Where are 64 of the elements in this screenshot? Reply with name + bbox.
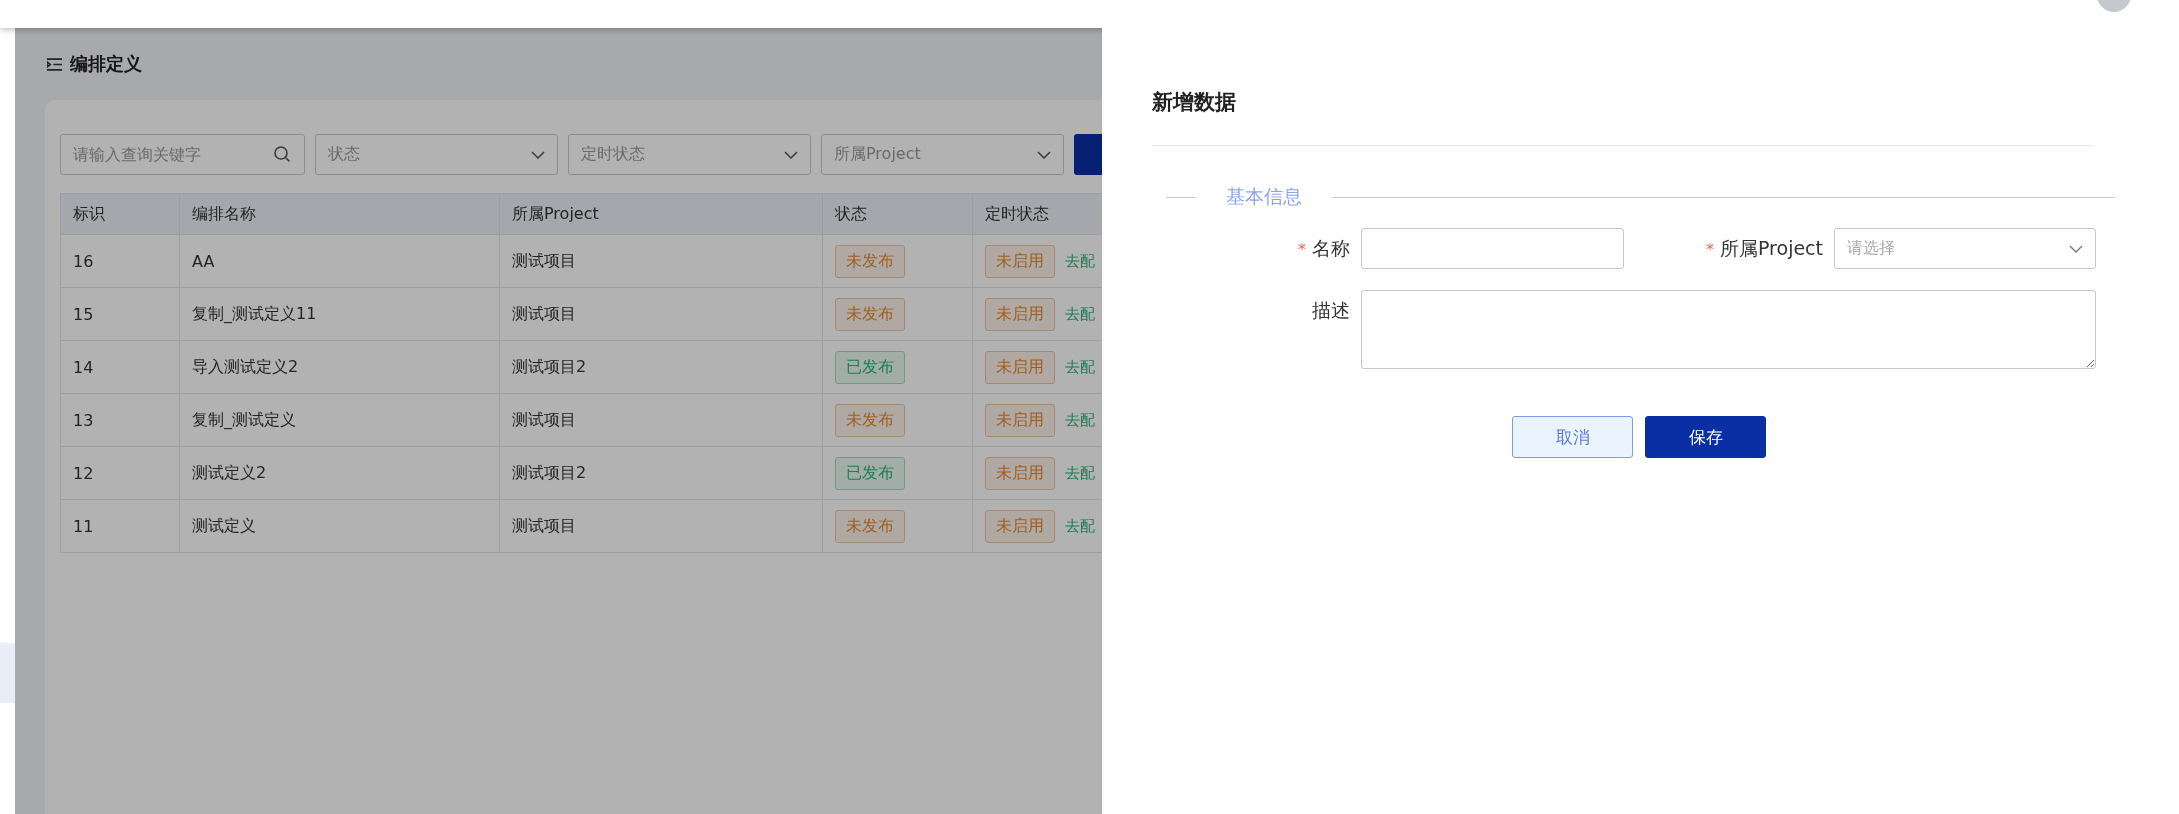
save-button[interactable]: 保存 bbox=[1645, 416, 1766, 458]
status-tag: 已发布 bbox=[835, 350, 905, 384]
page-title: 编排定义 bbox=[70, 52, 142, 76]
table-cell: 11 bbox=[60, 499, 180, 553]
column-header: 状态 bbox=[822, 193, 973, 235]
filter-select[interactable]: 所属Project bbox=[821, 134, 1064, 175]
configure-link[interactable]: 去配 bbox=[1065, 251, 1095, 271]
table-cell: 测试项目 bbox=[499, 287, 823, 341]
name-input[interactable] bbox=[1361, 228, 1624, 269]
timer-status-tag: 未启用 bbox=[985, 350, 1055, 384]
table-cell: 16 bbox=[60, 234, 180, 288]
column-header: 标识 bbox=[60, 193, 180, 235]
configure-link[interactable]: 去配 bbox=[1065, 410, 1095, 430]
chevron-down-icon bbox=[1037, 150, 1051, 159]
section-title: 基本信息 bbox=[1226, 184, 1302, 209]
timer-status-tag: 未启用 bbox=[985, 403, 1055, 437]
table-cell: 14 bbox=[60, 340, 180, 394]
timer-status-tag: 未启用 bbox=[985, 297, 1055, 331]
field-label: 所属Project bbox=[1720, 236, 1823, 259]
status-tag: 已发布 bbox=[835, 456, 905, 490]
configure-link[interactable]: 去配 bbox=[1065, 516, 1095, 536]
project-select[interactable]: 请选择 bbox=[1834, 228, 2096, 269]
table-cell: 13 bbox=[60, 393, 180, 447]
table-cell: 测试项目2 bbox=[499, 340, 823, 394]
timer-status-tag: 未启用 bbox=[985, 244, 1055, 278]
column-header: 编排名称 bbox=[179, 193, 500, 235]
table-cell: AA bbox=[179, 234, 500, 288]
filter-select[interactable]: 状态 bbox=[315, 134, 558, 175]
table-cell: 12 bbox=[60, 446, 180, 500]
search-icon bbox=[273, 145, 291, 163]
table-cell: 测试项目 bbox=[499, 234, 823, 288]
table-cell: 测试定义 bbox=[179, 499, 500, 553]
search-field[interactable]: 请输入查询关键字 bbox=[60, 134, 305, 175]
status-tag: 未发布 bbox=[835, 297, 905, 331]
outline-icon bbox=[47, 57, 62, 71]
status-tag: 未发布 bbox=[835, 403, 905, 437]
filter-select[interactable]: 定时状态 bbox=[568, 134, 811, 175]
table-cell: 复制_测试定义 bbox=[179, 393, 500, 447]
required-asterisk: * bbox=[1706, 239, 1714, 259]
description-textarea[interactable] bbox=[1361, 290, 2096, 369]
cancel-button[interactable]: 取消 bbox=[1512, 416, 1633, 458]
field-label: 名称 bbox=[1312, 236, 1350, 259]
column-header: 所属Project bbox=[499, 193, 823, 235]
table-cell: 测试项目 bbox=[499, 499, 823, 553]
timer-status-tag: 未启用 bbox=[985, 509, 1055, 543]
table-cell: 导入测试定义2 bbox=[179, 340, 500, 394]
sidebar-item[interactable] bbox=[0, 643, 15, 703]
table-cell: 15 bbox=[60, 287, 180, 341]
configure-link[interactable]: 去配 bbox=[1065, 463, 1095, 483]
field-label: 描述 bbox=[1312, 299, 1350, 321]
configure-link[interactable]: 去配 bbox=[1065, 357, 1095, 377]
chevron-down-icon bbox=[531, 150, 545, 159]
drawer-title: 新增数据 bbox=[1152, 89, 1237, 116]
configure-link[interactable]: 去配 bbox=[1065, 304, 1095, 324]
table-cell: 测试定义2 bbox=[179, 446, 500, 500]
table-cell: 复制_测试定义11 bbox=[179, 287, 500, 341]
chevron-down-icon bbox=[2069, 244, 2083, 253]
chevron-down-icon bbox=[784, 150, 798, 159]
status-tag: 未发布 bbox=[835, 244, 905, 278]
table-cell: 测试项目2 bbox=[499, 446, 823, 500]
table-cell: 测试项目 bbox=[499, 393, 823, 447]
timer-status-tag: 未启用 bbox=[985, 456, 1055, 490]
status-tag: 未发布 bbox=[835, 509, 905, 543]
required-asterisk: * bbox=[1298, 239, 1306, 259]
